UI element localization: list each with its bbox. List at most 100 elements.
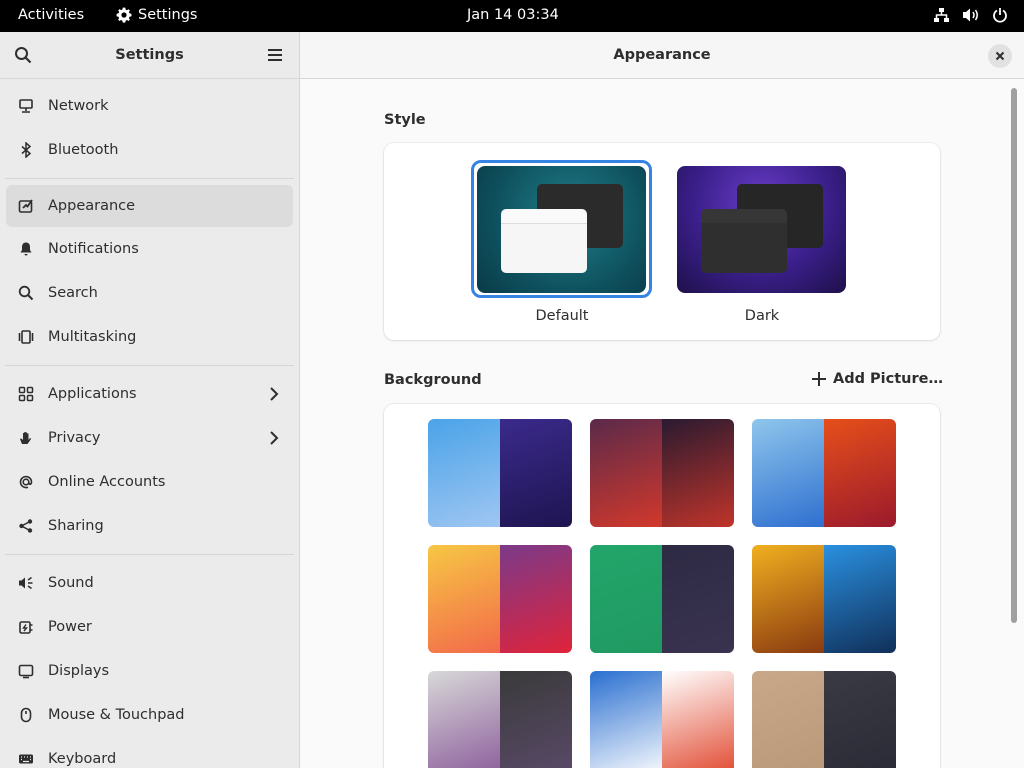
keyboard-icon: [19, 754, 33, 764]
settings-window: Settings Network Bluetooth Appearance No…: [0, 32, 1024, 768]
page-title: Appearance: [613, 47, 711, 63]
sidebar-item-label: Displays: [48, 663, 110, 679]
sidebar-item-network[interactable]: Network: [6, 84, 293, 128]
wallpaper-right-half: [824, 419, 896, 527]
appearance-panel: Appearance Style Default Dark Background…: [300, 32, 1024, 768]
sidebar-item-label: Network: [48, 98, 109, 114]
display-icon: [18, 664, 34, 679]
default-style-preview: [477, 166, 646, 293]
top-bar: Activities Settings Jan 14 03:34: [0, 0, 1024, 32]
sidebar-item-label: Sound: [48, 575, 94, 591]
sidebar-separator: [5, 365, 294, 366]
close-button[interactable]: [988, 44, 1012, 68]
plus-icon: [812, 372, 826, 386]
sidebar-item-bluetooth[interactable]: Bluetooth: [6, 128, 293, 172]
style-card: Default Dark: [384, 143, 940, 340]
clock[interactable]: Jan 14 03:34: [467, 7, 559, 23]
gear-icon: [116, 7, 132, 23]
app-menu[interactable]: Settings: [116, 7, 197, 23]
sidebar-title: Settings: [115, 47, 184, 63]
sidebar-item-label: Power: [48, 619, 92, 635]
wallpaper-blue-prism[interactable]: [428, 419, 572, 527]
sidebar-item-notifications[interactable]: Notifications: [6, 227, 293, 271]
wallpaper-isometric[interactable]: [428, 671, 572, 768]
sidebar-item-label: Keyboard: [48, 751, 117, 767]
style-option-dark[interactable]: [677, 166, 846, 293]
sidebar-item-search[interactable]: Search: [6, 271, 293, 315]
sidebar-header: Settings: [0, 32, 299, 79]
wallpaper-red-layers[interactable]: [590, 419, 734, 527]
wallpaper-right-half: [662, 419, 734, 527]
sidebar-item-displays[interactable]: Displays: [6, 649, 293, 693]
sidebar-item-power[interactable]: Power: [6, 605, 293, 649]
sidebar-item-label: Appearance: [48, 198, 136, 214]
add-picture-button[interactable]: Add Picture…: [812, 371, 943, 387]
chevron-right-icon: [270, 387, 279, 401]
sound-icon: [19, 576, 33, 590]
wallpaper-right-half: [500, 419, 572, 527]
sidebar-item-online-accounts[interactable]: Online Accounts: [6, 460, 293, 504]
wallpaper-right-half: [824, 671, 896, 768]
scrollbar[interactable]: [1011, 88, 1017, 623]
sidebar-item-sharing[interactable]: Sharing: [6, 504, 293, 548]
hand-icon: [20, 432, 32, 444]
activities-button[interactable]: Activities: [18, 7, 84, 23]
wallpaper-left-half: [590, 671, 662, 768]
sidebar-item-privacy[interactable]: Privacy: [6, 416, 293, 460]
search-icon: [18, 285, 34, 301]
sidebar-item-label: Online Accounts: [48, 474, 166, 490]
network-icon: [19, 99, 33, 113]
background-section-label: Background: [384, 372, 482, 388]
volume-icon: [963, 8, 978, 22]
power-icon: [993, 8, 1007, 23]
wallpaper-left-half: [752, 671, 824, 768]
sidebar-item-label: Search: [48, 285, 98, 301]
wallpaper-green-dots[interactable]: [590, 545, 734, 653]
app-name: Settings: [138, 7, 198, 23]
sidebar-item-appearance[interactable]: Appearance: [6, 185, 293, 227]
wallpaper-left-half: [590, 545, 662, 653]
appearance-icon: [18, 199, 33, 213]
sidebar-item-label: Applications: [48, 386, 137, 402]
sidebar-item-keyboard[interactable]: Keyboard: [6, 737, 293, 768]
sidebar-list: Network Bluetooth Appearance Notificatio…: [0, 84, 299, 768]
wallpaper-left-half: [752, 545, 824, 653]
style-label-default: Default: [535, 308, 589, 324]
sidebar-item-label: Mouse & Touchpad: [48, 707, 185, 723]
at-icon: [19, 475, 33, 489]
wallpaper-toys[interactable]: [752, 671, 896, 768]
wallpaper-stripes[interactable]: [590, 671, 734, 768]
style-section-label: Style: [384, 112, 426, 128]
wallpaper-left-half: [428, 545, 500, 653]
power-plug-icon: [19, 621, 33, 634]
sidebar-item-applications[interactable]: Applications: [6, 372, 293, 416]
chevron-right-icon: [270, 431, 279, 445]
share-icon: [19, 519, 33, 533]
wallpaper-right-half: [824, 545, 896, 653]
sidebar-item-label: Bluetooth: [48, 142, 119, 158]
bluetooth-icon: [21, 142, 32, 158]
sidebar-item-label: Privacy: [48, 430, 101, 446]
style-option-default[interactable]: [471, 160, 652, 298]
content-header: Appearance: [300, 32, 1024, 79]
sidebar-item-mouse-touchpad[interactable]: Mouse & Touchpad: [6, 693, 293, 737]
wallpaper-left-half: [428, 671, 500, 768]
wallpaper-amber-gradient[interactable]: [428, 545, 572, 653]
close-icon: [995, 51, 1005, 61]
add-picture-label: Add Picture…: [833, 371, 943, 387]
wallpaper-left-half: [428, 419, 500, 527]
mouse-icon: [20, 707, 32, 723]
sidebar-item-multitasking[interactable]: Multitasking: [6, 315, 293, 359]
wallpaper-right-half: [662, 545, 734, 653]
wallpaper-drip[interactable]: [752, 419, 896, 527]
wallpaper-right-half: [662, 671, 734, 768]
hamburger-menu-icon[interactable]: [267, 48, 283, 62]
wallpaper-sequins[interactable]: [752, 545, 896, 653]
system-status-area[interactable]: [933, 7, 1008, 23]
sidebar-separator: [5, 178, 294, 179]
network-icon: [934, 8, 949, 22]
wallpaper-left-half: [752, 419, 824, 527]
wallpaper-right-half: [500, 545, 572, 653]
sidebar-item-sound[interactable]: Sound: [6, 561, 293, 605]
sidebar-item-label: Sharing: [48, 518, 104, 534]
